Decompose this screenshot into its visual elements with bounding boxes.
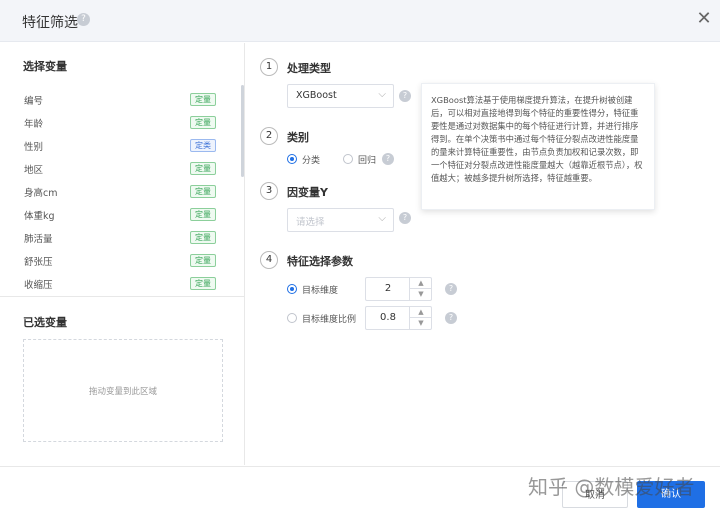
variable-list-scrollbar[interactable] bbox=[241, 85, 244, 177]
variable-item[interactable]: 性别 定类 bbox=[0, 135, 240, 158]
radio-target-dimension[interactable] bbox=[287, 284, 297, 294]
dependent-variable-placeholder: 请选择 bbox=[296, 217, 325, 228]
step-1-number: 1 bbox=[260, 58, 278, 76]
panel-divider bbox=[0, 296, 245, 297]
variable-dropzone[interactable]: 拖动变量到此区域 bbox=[23, 339, 223, 442]
radio-regression-label[interactable]: 回归 bbox=[358, 153, 376, 166]
decrement-icon[interactable]: ▼ bbox=[410, 318, 432, 329]
variable-list: 编号 定量 年龄 定量 性别 定类 地区 定量 身高cm 定量 体重kg 定量 肺活量 定量 舒张压 定量 收缩… bbox=[0, 89, 240, 296]
variable-type-badge: 定量 bbox=[190, 93, 216, 106]
variable-name: 编号 bbox=[24, 96, 44, 107]
chevron-down-icon: ⌵ bbox=[378, 213, 386, 224]
variable-name: 身高cm bbox=[24, 188, 58, 199]
stepper-buttons: ▲ ▼ bbox=[409, 278, 432, 300]
radio-classification[interactable] bbox=[287, 154, 297, 164]
increment-icon[interactable]: ▲ bbox=[410, 307, 432, 318]
variable-item[interactable]: 年龄 定量 bbox=[0, 112, 240, 135]
variable-type-badge: 定量 bbox=[190, 254, 216, 267]
variable-name: 体重kg bbox=[24, 211, 55, 222]
variable-name: 年龄 bbox=[24, 119, 44, 130]
variable-type-badge: 定量 bbox=[190, 231, 216, 244]
watermark: 知乎 @数模爱好者 bbox=[528, 475, 695, 499]
method-select[interactable]: XGBoost ⌵ bbox=[287, 84, 394, 108]
step-3-label: 因变量Y bbox=[287, 186, 328, 199]
dialog-title: 特征筛选 bbox=[22, 15, 78, 31]
variable-type-badge: 定量 bbox=[190, 116, 216, 129]
radio-target-ratio-label[interactable]: 目标维度比例 bbox=[302, 312, 356, 325]
variables-title: 选择变量 bbox=[23, 60, 67, 73]
variable-item[interactable]: 肺活量 定量 bbox=[0, 227, 240, 250]
radio-target-ratio[interactable] bbox=[287, 313, 297, 323]
variable-name: 性别 bbox=[24, 142, 44, 153]
help-icon[interactable]: ? bbox=[77, 13, 90, 26]
dependent-variable-help-icon[interactable]: ? bbox=[399, 212, 411, 224]
method-tooltip: XGBoost算法基于使用梯度提升算法，在提升树被创建后，可以相对直接地得到每个… bbox=[421, 83, 655, 210]
target-ratio-value[interactable]: 0.8 bbox=[366, 312, 410, 323]
step-2-label: 类别 bbox=[287, 131, 309, 144]
variable-name: 地区 bbox=[24, 165, 44, 176]
dropzone-hint: 拖动变量到此区域 bbox=[88, 387, 157, 397]
selected-variables-title: 已选变量 bbox=[23, 316, 67, 329]
tooltip-text: XGBoost算法基于使用梯度提升算法，在提升树被创建后，可以相对直接地得到每个… bbox=[431, 95, 643, 183]
step-1-label: 处理类型 bbox=[287, 62, 331, 75]
variable-item[interactable]: 身高cm 定量 bbox=[0, 181, 240, 204]
stepper-buttons: ▲ ▼ bbox=[409, 307, 432, 329]
variable-item[interactable]: 体重kg 定量 bbox=[0, 204, 240, 227]
variable-type-badge: 定量 bbox=[190, 162, 216, 175]
radio-target-dimension-label[interactable]: 目标维度 bbox=[302, 283, 338, 296]
target-dimension-stepper[interactable]: 2 ▲ ▼ bbox=[365, 277, 432, 301]
variable-item[interactable]: 地区 定量 bbox=[0, 158, 240, 181]
variable-name: 舒张压 bbox=[24, 257, 53, 268]
radio-regression[interactable] bbox=[343, 154, 353, 164]
category-help-icon[interactable]: ? bbox=[382, 153, 394, 165]
variable-item[interactable]: 舒张压 定量 bbox=[0, 250, 240, 273]
increment-icon[interactable]: ▲ bbox=[410, 278, 432, 289]
target-ratio-stepper[interactable]: 0.8 ▲ ▼ bbox=[365, 306, 432, 330]
target-dimension-value[interactable]: 2 bbox=[366, 283, 410, 294]
dependent-variable-select[interactable]: 请选择 ⌵ bbox=[287, 208, 394, 232]
radio-classification-label[interactable]: 分类 bbox=[302, 153, 320, 166]
variable-type-badge: 定量 bbox=[190, 208, 216, 221]
method-help-icon[interactable]: ? bbox=[399, 90, 411, 102]
step-4-label: 特征选择参数 bbox=[287, 255, 353, 268]
target-ratio-help-icon[interactable]: ? bbox=[445, 312, 457, 324]
variable-item[interactable]: 收缩压 定量 bbox=[0, 273, 240, 296]
method-select-value: XGBoost bbox=[296, 90, 337, 101]
step-2-number: 2 bbox=[260, 127, 278, 145]
variables-panel: 选择变量 编号 定量 年龄 定量 性别 定类 地区 定量 身高cm 定量 体重kg 定量 肺活量 定量 舒张… bbox=[0, 43, 245, 465]
dialog-header: 特征筛选 ? ✕ bbox=[0, 0, 720, 42]
decrement-icon[interactable]: ▼ bbox=[410, 289, 432, 300]
variable-item[interactable]: 编号 定量 bbox=[0, 89, 240, 112]
variable-name: 收缩压 bbox=[24, 280, 53, 291]
chevron-down-icon: ⌵ bbox=[378, 89, 386, 100]
close-icon[interactable]: ✕ bbox=[694, 9, 714, 29]
step-3-number: 3 bbox=[260, 182, 278, 200]
variable-type-badge: 定量 bbox=[190, 185, 216, 198]
target-dimension-help-icon[interactable]: ? bbox=[445, 283, 457, 295]
step-4-number: 4 bbox=[260, 251, 278, 269]
variable-type-badge: 定类 bbox=[190, 139, 216, 152]
variable-type-badge: 定量 bbox=[190, 277, 216, 290]
variable-name: 肺活量 bbox=[24, 234, 53, 245]
